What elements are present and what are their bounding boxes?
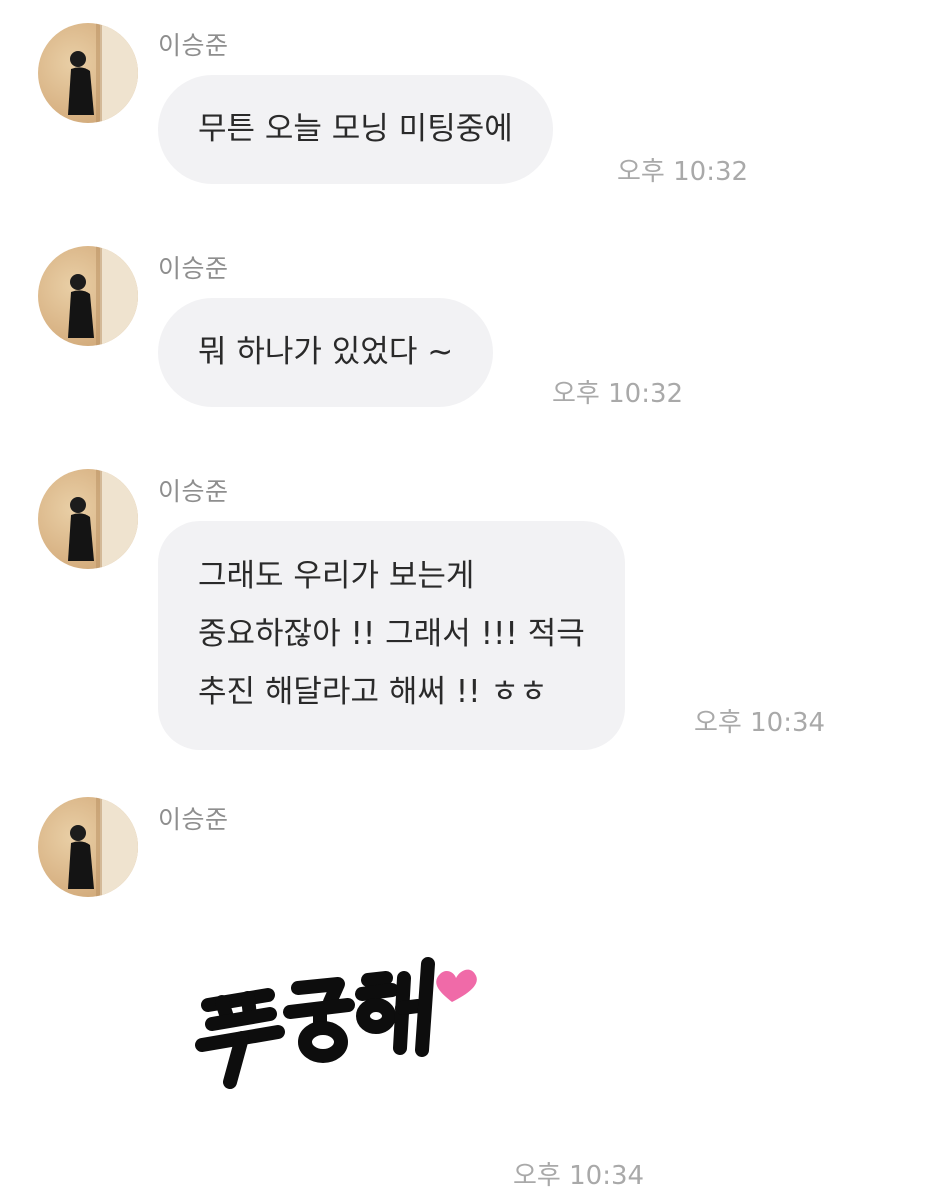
- heart-icon: [436, 969, 477, 1002]
- message-bubble[interactable]: 그래도 우리가 보는게 중요하잖아 !! 그래서 !!! 적극 추진 해달라고 …: [158, 521, 625, 750]
- message-time: 오후 10:32: [552, 379, 684, 409]
- message-time: 오후 10:34: [513, 1161, 645, 1191]
- sender-name: 이승준: [158, 31, 229, 60]
- sticker-image: [195, 957, 477, 1089]
- profile-photo-icon: [68, 469, 138, 569]
- sender-name: 이승준: [158, 477, 229, 506]
- profile-photo-icon: [68, 23, 138, 123]
- message-time: 오후 10:34: [694, 708, 826, 738]
- message-bubble[interactable]: 무튼 오늘 모닝 미팅중에: [158, 75, 553, 184]
- message-time: 오후 10:32: [617, 157, 749, 187]
- message-bubble[interactable]: 뭐 하나가 있었다 ~: [158, 298, 494, 407]
- chat-thread: 이승준 무튼 오늘 모닝 미팅중에 오후 10:32 이승준 뭐 하나가 있었다…: [0, 0, 944, 1200]
- sender-name: 이승준: [158, 254, 229, 283]
- profile-photo-icon: [68, 797, 138, 897]
- sender-name: 이승준: [158, 805, 229, 834]
- avatar[interactable]: [38, 797, 138, 897]
- avatar[interactable]: [38, 246, 138, 346]
- profile-photo-icon: [68, 246, 138, 346]
- avatar[interactable]: [38, 23, 138, 123]
- heart-sticker[interactable]: [190, 950, 490, 1100]
- avatar[interactable]: [38, 469, 138, 569]
